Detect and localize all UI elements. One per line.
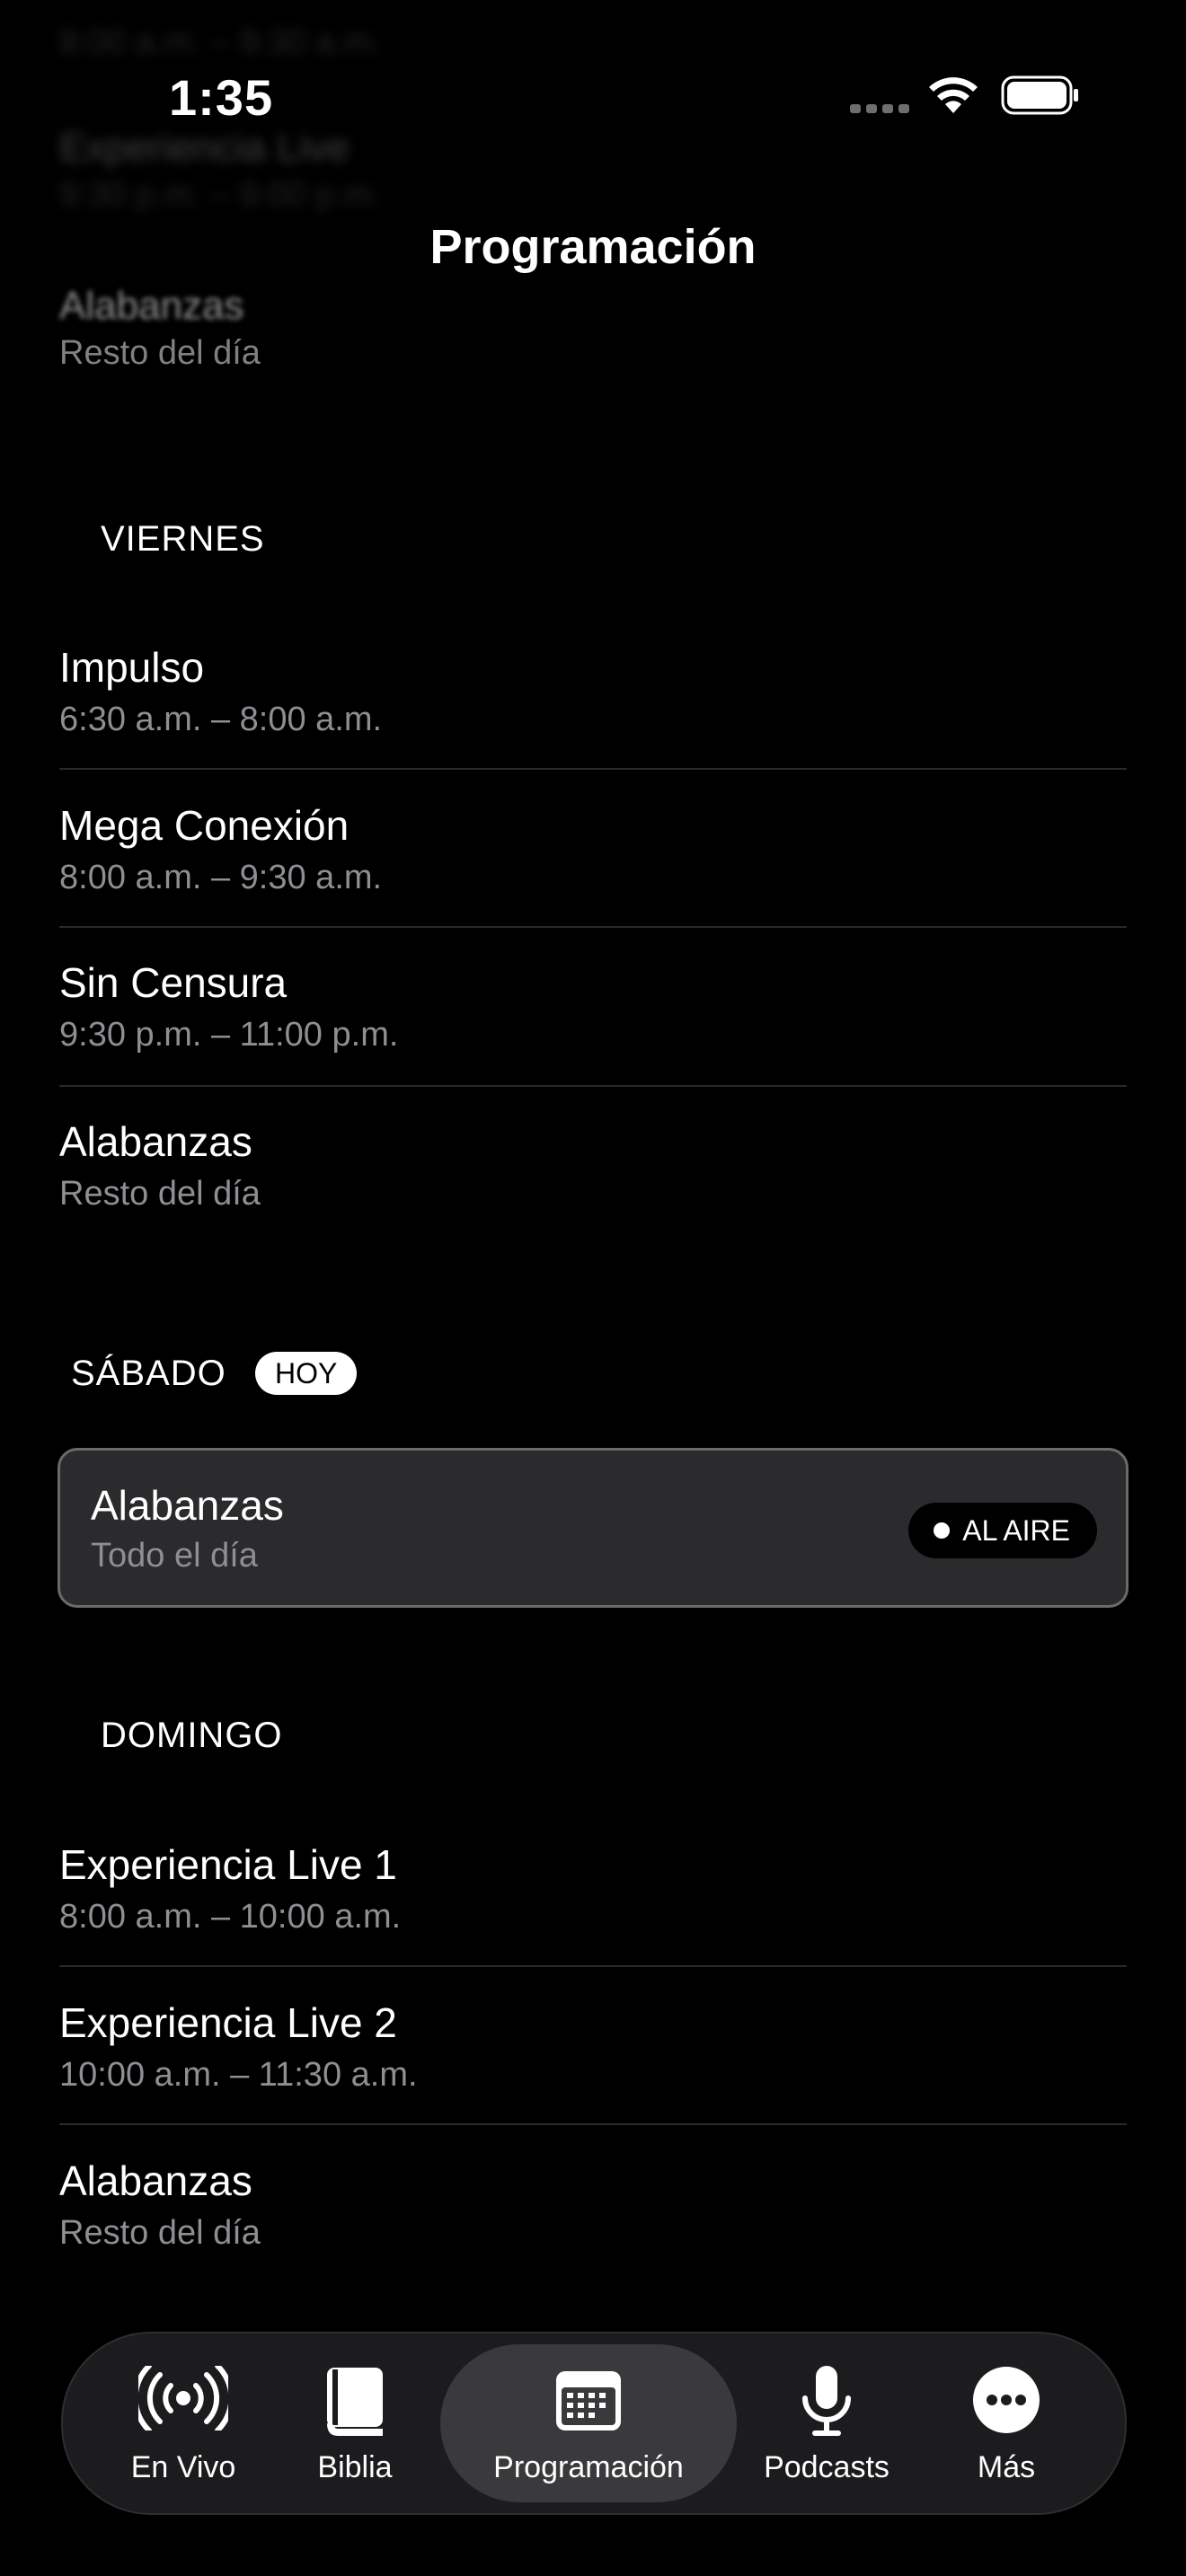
divider	[59, 1085, 1127, 1087]
program-time: 9:30 p.m. – 9:00 p.m.	[59, 176, 383, 214]
page-title: Programación	[429, 220, 757, 274]
program-title: Impulso	[59, 644, 205, 691]
program-time: 10:00 a.m. – 11:30 a.m.	[59, 2056, 418, 2094]
program-time: Resto del día	[59, 1175, 261, 1213]
live-dot-icon	[934, 1522, 951, 1539]
list-item[interactable]: Mega Conexión 8:00 a.m. – 9:30 a.m.	[59, 801, 1127, 897]
program-time: 8:00 a.m. – 9:30 a.m.	[59, 859, 383, 896]
section-header-domingo: DOMINGO	[101, 1716, 283, 1755]
list-item: Experiencia Live 9:30 p.m. – 9:00 p.m.	[59, 126, 382, 215]
microphone-icon	[802, 2366, 851, 2436]
status-bar: 1:35	[0, 0, 1186, 135]
tab-label: Programación	[493, 2450, 684, 2484]
tab-label: En Vivo	[130, 2450, 236, 2484]
list-item[interactable]: Experiencia Live 2 10:00 a.m. – 11:30 a.…	[59, 1998, 1127, 2095]
list-item[interactable]: Alabanzas Resto del día	[59, 1117, 1127, 1213]
cellular-signal-icon	[850, 104, 909, 113]
program-time: 8:00 a.m. – 10:00 a.m.	[59, 1898, 402, 1936]
program-title: Mega Conexión	[59, 802, 350, 849]
broadcast-icon	[138, 2366, 228, 2430]
divider	[59, 2123, 1127, 2125]
list-item[interactable]: Alabanzas Resto del día	[59, 284, 261, 373]
program-title: Sin Censura	[59, 959, 288, 1006]
list-item[interactable]: Sin Censura 9:30 p.m. – 11:00 p.m.	[59, 958, 1127, 1054]
tab-label: Más	[977, 2450, 1036, 2484]
on-air-label: AL AIRE	[962, 1514, 1070, 1547]
live-program-card[interactable]: Alabanzas Todo el día AL AIRE	[58, 1448, 1128, 1608]
tab-mas[interactable]: Más	[934, 2333, 1078, 2513]
program-time: Resto del día	[59, 334, 261, 372]
program-time: Todo el día	[91, 1537, 258, 1575]
section-header-viernes: VIERNES	[101, 519, 265, 559]
program-title: Alabanzas	[59, 1118, 252, 1165]
tab-en-vivo[interactable]: En Vivo	[99, 2333, 268, 2513]
program-time: Resto del día	[59, 2214, 261, 2252]
list-item[interactable]: Alabanzas Resto del día	[59, 2157, 1127, 2253]
program-title: Experiencia Live 1	[59, 1841, 397, 1888]
divider	[59, 1965, 1127, 1967]
section-header-sabado: SÁBADO	[71, 1354, 226, 1393]
today-badge: HOY	[255, 1352, 358, 1395]
divider	[59, 926, 1127, 928]
clock: 1:35	[169, 69, 274, 126]
calendar-icon	[556, 2371, 621, 2430]
battery-icon	[1001, 75, 1078, 115]
program-title: Alabanzas	[59, 2157, 252, 2204]
program-time: 6:30 a.m. – 8:00 a.m.	[59, 701, 383, 738]
on-air-badge: AL AIRE	[908, 1503, 1097, 1558]
program-title: Alabanzas	[91, 1482, 284, 1529]
program-time: 9:30 p.m. – 11:00 p.m.	[59, 1016, 399, 1054]
list-item[interactable]: Impulso 6:30 a.m. – 8:00 a.m.	[59, 643, 1127, 739]
tab-label: Podcasts	[764, 2450, 890, 2484]
more-icon	[973, 2367, 1040, 2433]
wifi-icon	[929, 77, 978, 113]
tab-label: Biblia	[317, 2450, 393, 2484]
book-icon	[327, 2368, 383, 2436]
program-title: Experiencia Live 2	[59, 1999, 397, 2046]
tab-bar: En Vivo Biblia Programación Podcasts Más	[61, 2332, 1127, 2515]
tab-biblia[interactable]: Biblia	[288, 2333, 422, 2513]
list-item[interactable]: Experiencia Live 1 8:00 a.m. – 10:00 a.m…	[59, 1840, 1127, 1936]
tab-programacion[interactable]: Programación	[440, 2333, 737, 2513]
tab-podcasts[interactable]: Podcasts	[746, 2333, 907, 2513]
divider	[59, 768, 1127, 770]
program-title: Alabanzas	[59, 284, 244, 328]
